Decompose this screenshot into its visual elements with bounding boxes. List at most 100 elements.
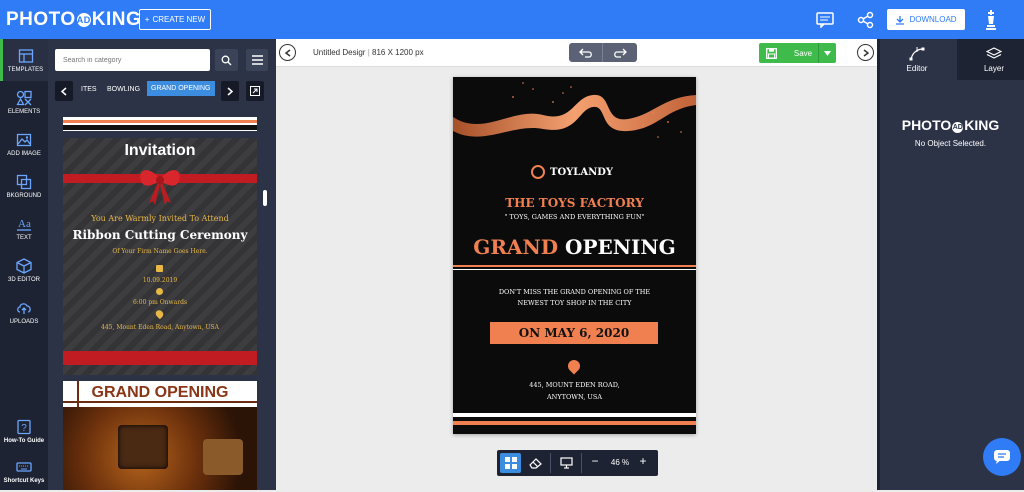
presentation-icon	[560, 457, 573, 469]
expand-icon	[250, 86, 260, 96]
invitation-time: 6:00 pm Onwards	[132, 299, 188, 306]
rail-item-uploads[interactable]: UPLOADS	[0, 291, 48, 333]
design-canvas[interactable]: TOYLANDY THE TOYS FACTORY " TOYS, GAMES …	[453, 77, 696, 434]
clock-icon	[156, 288, 163, 295]
tab-editor[interactable]: Editor	[880, 39, 954, 80]
rail-item-add-image[interactable]: ADD IMAGE	[0, 123, 48, 165]
present-button[interactable]	[556, 453, 577, 473]
undo-icon	[578, 48, 592, 58]
redo-button[interactable]	[603, 43, 637, 62]
poster-address-line2[interactable]: ANYTOWN, USA	[453, 393, 696, 401]
rail-item-text[interactable]: Aa TEXT	[0, 207, 48, 249]
app-logo[interactable]: PHOTOADKING	[6, 9, 141, 31]
keyboard-icon	[16, 461, 32, 472]
right-panel-logo: PHOTOADKING	[901, 117, 1000, 133]
share-icon[interactable]	[855, 9, 877, 31]
category-next-button[interactable]	[221, 81, 239, 101]
canvas-bottom-toolbar: − 46 % +	[497, 450, 658, 476]
poster-company[interactable]: THE TOYS FACTORY	[453, 196, 696, 210]
collapse-right-button[interactable]	[857, 44, 874, 61]
help-icon: ?	[17, 419, 31, 434]
undo-redo-group	[569, 43, 637, 62]
search-icon	[221, 55, 232, 65]
chevron-left-icon	[61, 86, 67, 96]
tab-layer[interactable]: Layer	[957, 39, 1024, 80]
category-grand-opening[interactable]: GRAND OPENING	[147, 81, 215, 96]
chat-support-button[interactable]	[983, 438, 1021, 476]
poster-headline[interactable]: GRAND OPENING	[453, 235, 696, 259]
template-thumb-strip[interactable]	[63, 117, 257, 131]
templates-icon	[18, 48, 33, 63]
plus-icon: +	[144, 15, 150, 24]
panel-scrollbar[interactable]	[263, 190, 267, 206]
zoom-level: 46 %	[610, 458, 630, 467]
rail-item-how-to-guide[interactable]: ? How-To Guide	[0, 410, 48, 452]
poster-tagline[interactable]: " TOYS, GAMES AND EVERYTHING FUN"	[453, 213, 696, 221]
svg-text:Aa: Aa	[18, 218, 31, 230]
template-thumb-grand-opening[interactable]: GRAND OPENING	[63, 381, 257, 490]
poster-message-line2[interactable]: NEWEST TOY SHOP IN THE CITY	[453, 299, 696, 307]
add-image-icon	[16, 133, 32, 146]
category-bowling[interactable]: BOWLING	[104, 84, 143, 95]
ribbon-graphic[interactable]	[453, 77, 696, 147]
location-pin-icon	[565, 357, 583, 375]
svg-text:?: ?	[21, 423, 27, 434]
3d-editor-icon	[16, 257, 32, 274]
top-bar: PHOTOADKING + CREATE NEW DOWNLOAD	[0, 0, 1024, 39]
zoom-in-button[interactable]: +	[635, 454, 651, 472]
text-icon: Aa	[17, 218, 31, 231]
grid-view-button[interactable]	[500, 453, 521, 473]
invitation-date: 10.09.2019	[142, 277, 178, 284]
rail-item-background[interactable]: BKGROUND	[0, 165, 48, 207]
rail-item-elements[interactable]: ELEMENTS	[0, 81, 48, 123]
chevron-left-icon	[284, 48, 290, 57]
chevron-right-icon	[227, 86, 233, 96]
grid-icon	[504, 457, 517, 469]
search-input[interactable]	[55, 49, 210, 71]
rail-item-shortcut-keys[interactable]: Shortcut Keys	[0, 450, 48, 492]
selection-status: No Object Selected.	[914, 139, 987, 148]
eraser-button[interactable]	[525, 453, 546, 473]
create-new-button[interactable]: + CREATE NEW	[139, 9, 211, 30]
rail-item-3d-editor[interactable]: 3D EDITOR	[0, 249, 48, 291]
expand-panel-button[interactable]	[246, 81, 264, 101]
eraser-icon	[529, 458, 542, 469]
chevron-right-icon	[863, 48, 869, 57]
chevron-down-icon	[824, 50, 831, 56]
save-button[interactable]: Save	[759, 43, 836, 63]
poster-date[interactable]: ON MAY 6, 2020	[490, 322, 658, 344]
poster-brand[interactable]: TOYLANDY	[550, 167, 613, 178]
poster-address-line1[interactable]: 445, MOUNT EDEN ROAD,	[453, 381, 696, 389]
grand-thumb-title: GRAND OPENING	[91, 384, 229, 401]
feedback-icon[interactable]	[814, 9, 836, 31]
template-thumb-invitation[interactable]: Invitation You Are Warmly Invited To Att…	[63, 138, 257, 375]
templates-panel: ITES BOWLING GRAND OPENING Invitation	[48, 39, 276, 490]
save-icon	[766, 47, 777, 59]
search-button[interactable]	[215, 49, 238, 71]
redo-icon	[614, 48, 627, 58]
rail-item-templates[interactable]: TEMPLATES	[0, 39, 48, 81]
collapse-left-button[interactable]	[279, 44, 296, 61]
save-options-button[interactable]	[818, 43, 836, 63]
download-button[interactable]: DOWNLOAD	[887, 9, 965, 30]
king-chess-icon[interactable]	[980, 9, 1002, 31]
background-icon	[16, 174, 32, 189]
calendar-icon	[156, 265, 163, 272]
vector-editor-icon	[909, 46, 925, 60]
category-ites[interactable]: ITES	[78, 84, 100, 95]
download-icon	[896, 15, 905, 25]
document-title[interactable]: Untitled Desigr | 816 X 1200 px	[313, 48, 424, 57]
category-row: ITES BOWLING GRAND OPENING	[55, 81, 268, 101]
list-view-button[interactable]	[246, 49, 268, 71]
category-prev-button[interactable]	[55, 81, 73, 101]
invitation-line3: Of Your Firm Name Goes Here.	[112, 248, 208, 255]
chat-icon	[994, 450, 1010, 464]
left-tool-rail: TEMPLATES ELEMENTS ADD IMAGE BKGROUND Aa…	[0, 39, 48, 490]
undo-button[interactable]	[569, 43, 603, 62]
zoom-out-button[interactable]: −	[587, 454, 603, 472]
invitation-address: 445, Mount Eden Road, Anytown, USA	[101, 324, 219, 331]
poster-message-line1[interactable]: DON'T MISS THE GRAND OPENING OF THE	[453, 288, 696, 296]
ribbon-bow-icon	[140, 170, 180, 205]
properties-panel: Editor Layer PHOTOADKING No Object Selec…	[877, 39, 1024, 490]
invitation-line1: You Are Warmly Invited To Attend	[91, 214, 229, 223]
